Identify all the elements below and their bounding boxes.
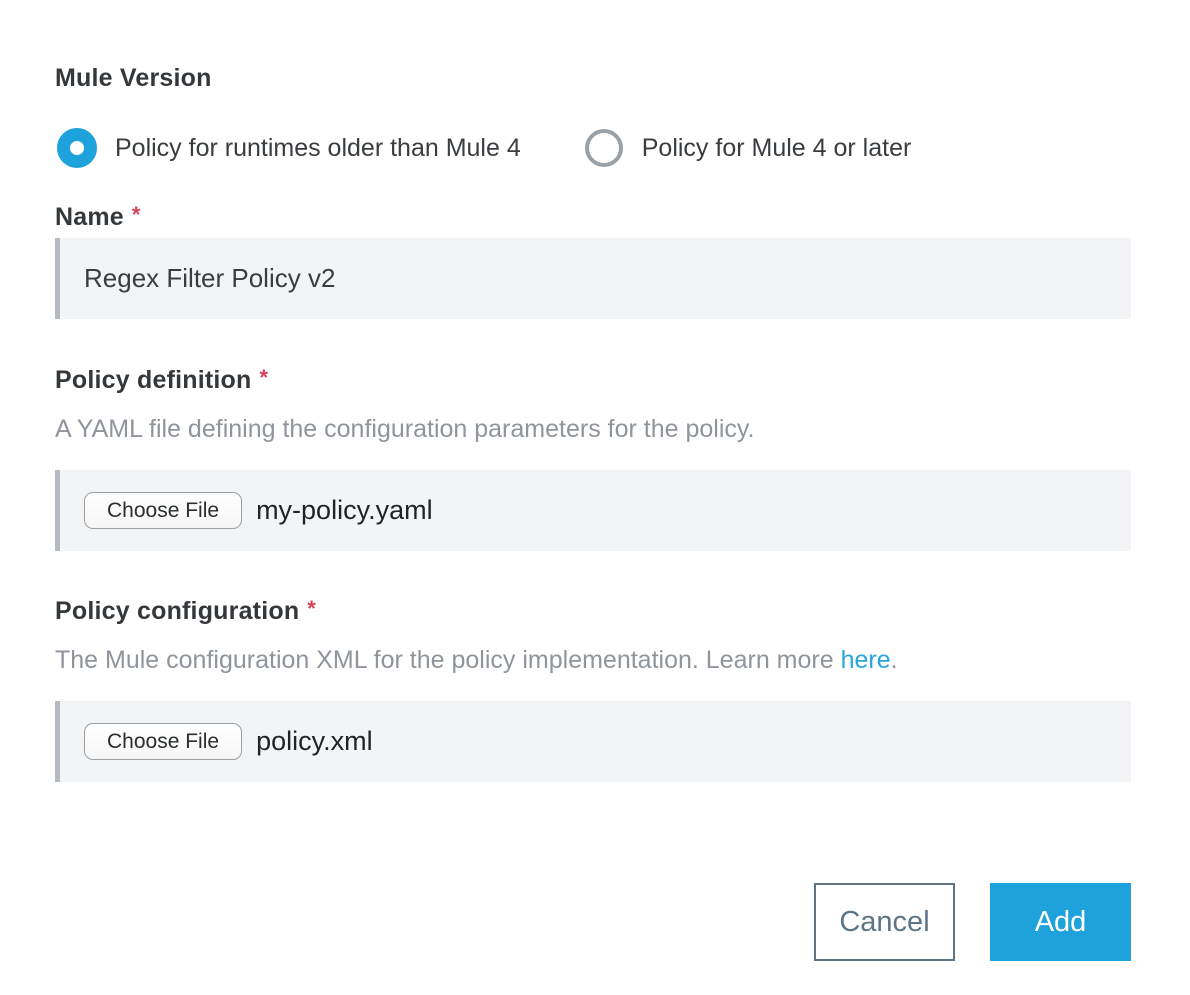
name-input[interactable] <box>55 238 1131 319</box>
radio-option-label: Policy for Mule 4 or later <box>642 128 912 168</box>
policy-configuration-choose-file-button[interactable]: Choose File <box>84 723 242 760</box>
policy-definition-choose-file-button[interactable]: Choose File <box>84 492 242 529</box>
policy-definition-file-field: Choose File my-policy.yaml <box>55 470 1131 551</box>
learn-more-link[interactable]: here <box>841 646 891 674</box>
radio-unselected-icon[interactable] <box>585 129 623 167</box>
mule-version-radio-group: Policy for runtimes older than Mule 4 Po… <box>55 128 1131 168</box>
policy-definition-label: Policy definition * <box>55 366 1131 395</box>
radio-selected-icon[interactable] <box>57 128 97 168</box>
name-label: Name * <box>55 203 1131 232</box>
policy-definition-filename: my-policy.yaml <box>256 495 433 526</box>
required-asterisk: * <box>259 365 268 390</box>
radio-option-older-than-mule4[interactable]: Policy for runtimes older than Mule 4 <box>57 128 521 168</box>
policy-configuration-label-text: Policy configuration <box>55 597 299 625</box>
policy-configuration-label: Policy configuration * <box>55 597 1131 626</box>
mule-version-label: Mule Version <box>55 64 1131 92</box>
description-text: . <box>891 646 898 674</box>
policy-definition-label-text: Policy definition <box>55 366 251 394</box>
name-label-text: Name <box>55 203 124 231</box>
required-asterisk: * <box>307 596 316 621</box>
dialog-actions: Cancel Add <box>55 883 1131 961</box>
policy-configuration-description: The Mule configuration XML for the polic… <box>55 646 1131 674</box>
policy-definition-description: A YAML file defining the configuration p… <box>55 415 1131 443</box>
cancel-button[interactable]: Cancel <box>814 883 955 961</box>
radio-option-mule4-or-later[interactable]: Policy for Mule 4 or later <box>584 128 912 168</box>
radio-option-label: Policy for runtimes older than Mule 4 <box>115 128 521 168</box>
policy-configuration-filename: policy.xml <box>256 726 373 757</box>
policy-configuration-file-field: Choose File policy.xml <box>55 701 1131 782</box>
required-asterisk: * <box>132 202 141 227</box>
add-button[interactable]: Add <box>990 883 1131 961</box>
description-text: The Mule configuration XML for the polic… <box>55 646 841 674</box>
add-policy-form: Mule Version Policy for runtimes older t… <box>0 0 1190 995</box>
